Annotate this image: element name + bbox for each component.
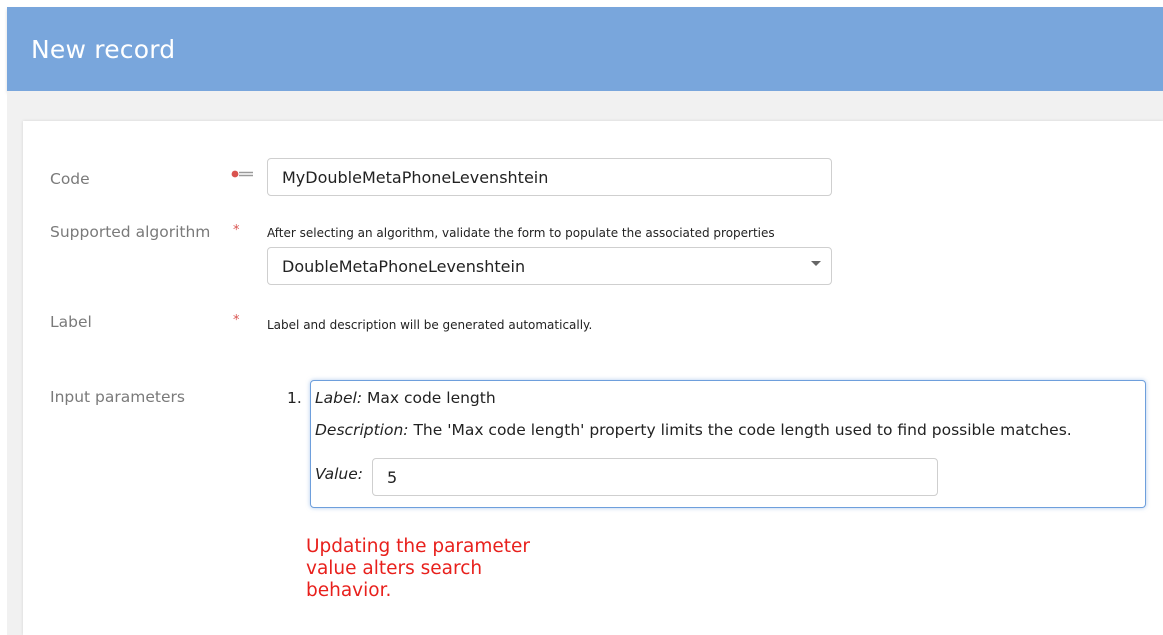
label-hint: Label and description will be generated … bbox=[267, 318, 593, 332]
page-title: New record bbox=[31, 35, 176, 64]
parameter-index: 1. bbox=[287, 389, 302, 407]
parameter-description-key: Description: bbox=[315, 421, 409, 439]
parameter-label-value: Max code length bbox=[366, 389, 496, 407]
parameter-value-key: Value: bbox=[315, 465, 363, 483]
parameter-label-key: Label: bbox=[315, 389, 363, 407]
algorithm-hint: After selecting an algorithm, validate t… bbox=[267, 226, 775, 240]
page-header: New record bbox=[7, 7, 1163, 91]
parameter-description-value: The 'Max code length' property limits th… bbox=[413, 421, 1072, 439]
parameter-item: Label: Max code length Description: The … bbox=[310, 380, 1146, 508]
code-input-value: MyDoubleMetaPhoneLevenshtein bbox=[282, 167, 549, 187]
input-parameters-label: Input parameters bbox=[50, 388, 185, 406]
algorithm-label: Supported algorithm bbox=[50, 223, 211, 241]
code-input[interactable]: MyDoubleMetaPhoneLevenshtein bbox=[267, 158, 832, 196]
parameter-value: 5 bbox=[387, 467, 398, 487]
parameter-label-line: Label: Max code length bbox=[315, 389, 496, 407]
algorithm-selected-value: DoubleMetaPhoneLevenshtein bbox=[282, 256, 526, 276]
parameter-description-line: Description: The 'Max code length' prope… bbox=[315, 421, 1072, 439]
code-label: Code bbox=[50, 170, 90, 188]
label-required-mark: * bbox=[233, 313, 240, 328]
algorithm-select[interactable]: DoubleMetaPhoneLevenshtein bbox=[267, 247, 832, 285]
chevron-down-icon[interactable] bbox=[811, 261, 821, 266]
form-card bbox=[23, 121, 1163, 635]
annotation-note: Updating the parameter value alters sear… bbox=[306, 536, 531, 601]
algorithm-required-mark: * bbox=[233, 223, 240, 238]
parameter-value-input[interactable]: 5 bbox=[372, 458, 938, 496]
label-field-label: Label bbox=[50, 313, 92, 331]
primary-key-icon bbox=[231, 170, 253, 178]
